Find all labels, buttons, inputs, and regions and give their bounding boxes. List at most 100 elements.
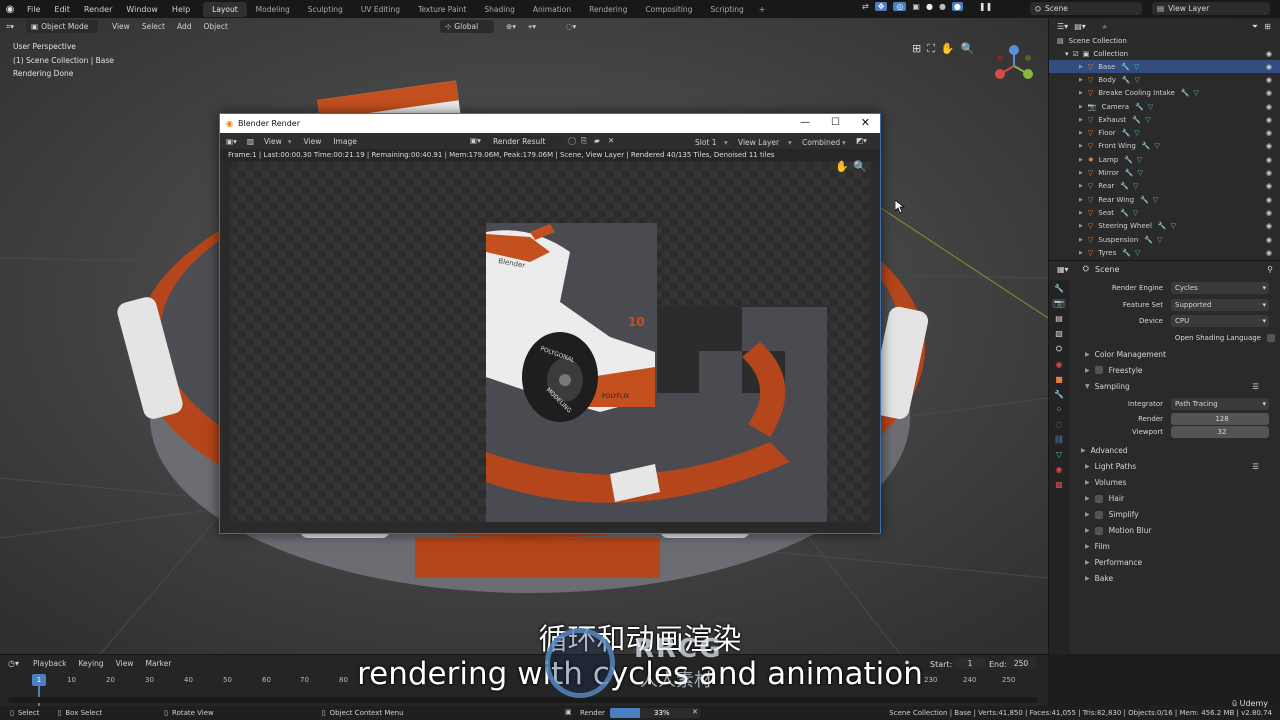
viewport-menu-add[interactable]: Add — [171, 20, 198, 33]
visibility-icon[interactable]: ⇄ — [862, 2, 869, 11]
texture-tab-icon[interactable]: ▩ — [1055, 480, 1063, 489]
panel-freestyle[interactable]: ▶ Freestyle — [1071, 362, 1280, 378]
menu-image[interactable]: Image — [327, 135, 363, 148]
unlink-image-icon[interactable]: ✕ — [608, 136, 614, 145]
expand-chevron-icon[interactable]: ▶ — [1079, 183, 1083, 189]
panel-light-paths[interactable]: ▶ Light Paths ☰ — [1071, 459, 1280, 475]
expand-chevron-icon[interactable]: ▶ — [1079, 117, 1083, 123]
shading-solid-icon[interactable]: ● — [926, 2, 933, 11]
viewport-menu-select[interactable]: Select — [136, 20, 171, 33]
outliner-item[interactable]: ▶ ▽ Floor 🔧 ▽ ◉ — [1049, 126, 1280, 139]
pass-selector[interactable]: Combined — [802, 138, 840, 147]
axis-gizmo[interactable] — [992, 44, 1036, 88]
menu-view[interactable]: View — [298, 135, 328, 148]
panel-simplify[interactable]: ▶ Simplify — [1071, 507, 1280, 523]
image-name-field[interactable]: Render Result — [488, 136, 564, 147]
pause-icon[interactable]: ❚❚ — [979, 2, 992, 11]
image-browse-icon[interactable]: ▣▾ — [470, 136, 481, 145]
outliner-item[interactable]: ▶ ▽ Tyres 🔧 ▽ ◉ — [1049, 246, 1280, 259]
toggle-camera-icon[interactable]: ⊞ — [912, 42, 921, 56]
snap-icon[interactable]: ⌖▾ — [522, 20, 542, 34]
menu-render[interactable]: Render — [77, 5, 119, 14]
view-layer-selector[interactable]: View Layer — [738, 138, 779, 147]
panel-performance[interactable]: ▶ Performance — [1071, 555, 1280, 571]
pin-icon[interactable]: ⚲ — [1267, 265, 1273, 274]
expand-chevron-icon[interactable]: ▶ — [1079, 170, 1083, 176]
panel-checkbox[interactable] — [1094, 366, 1103, 374]
shading-material-icon[interactable]: ● — [939, 2, 946, 11]
render-engine-dropdown[interactable]: Cycles ▾ — [1171, 282, 1269, 295]
zoom-icon[interactable]: 🔍 — [961, 42, 975, 56]
eye-icon[interactable]: ◉ — [1266, 103, 1272, 111]
eye-icon[interactable]: ◉ — [1266, 76, 1272, 84]
cancel-render-icon[interactable]: ✕ — [692, 708, 698, 716]
outliner-item[interactable]: ▶ ✹ Lamp 🔧 ▽ ◉ — [1049, 153, 1280, 166]
overlay-toggle-icon[interactable]: ◎ — [893, 2, 907, 11]
outliner-item[interactable]: ▶ ▽ Suspension 🔧 ▽ ◉ — [1049, 233, 1280, 246]
presets-list-icon[interactable]: ☰ — [1252, 382, 1259, 391]
transform-orientation[interactable]: ⊹ Global — [440, 20, 494, 33]
gizmo-toggle-icon[interactable]: ✥ — [874, 2, 888, 11]
view-layer-selector[interactable]: ▤ View Layer — [1152, 2, 1270, 15]
properties-editor-icon[interactable]: ▦▾ — [1057, 265, 1069, 274]
expand-chevron-icon[interactable]: ▶ — [1079, 250, 1083, 256]
tab-modeling[interactable]: Modeling — [247, 2, 299, 17]
mode-selector[interactable]: ▣ Object Mode — [26, 20, 98, 33]
minimize-button[interactable]: — — [800, 117, 810, 128]
panel-sampling[interactable]: ▼ Sampling ☰ — [1071, 378, 1280, 394]
maximize-button[interactable]: ☐ — [831, 117, 840, 128]
outliner-item[interactable]: ▶ ▽ Breake Cooling Intake 🔧 ▽ ◉ — [1049, 87, 1280, 100]
panel-film[interactable]: ▶ Film — [1071, 539, 1280, 555]
expand-chevron-icon[interactable]: ▶ — [1079, 143, 1083, 149]
panel-checkbox[interactable] — [1094, 510, 1103, 519]
new-collection-icon[interactable]: ⊞ — [1264, 22, 1271, 31]
eye-icon[interactable]: ◉ — [1266, 209, 1272, 217]
expand-chevron-icon[interactable]: ▶ — [1079, 237, 1083, 243]
blender-logo-icon[interactable]: ◉ — [0, 4, 20, 15]
feature-set-dropdown[interactable]: Supported ▾ — [1171, 298, 1269, 311]
eye-icon[interactable]: ◉ — [1266, 156, 1272, 164]
close-button[interactable]: ✕ — [861, 116, 870, 129]
material-tab-icon[interactable]: ◉ — [1056, 465, 1063, 474]
outliner-item[interactable]: ▶ 📷 Camera 🔧 ▽ ◉ — [1049, 100, 1280, 113]
viewport-menu-object[interactable]: Object — [197, 20, 233, 33]
outliner-item[interactable]: ▶ ▽ Exhaust 🔧 ▽ ◉ — [1049, 113, 1280, 126]
outliner-collection[interactable]: ▾ ☑ ▣ Collection ◉ — [1049, 47, 1280, 60]
tab-shading[interactable]: Shading — [475, 2, 523, 17]
tab-layout[interactable]: Layout — [203, 1, 247, 17]
expand-chevron-icon[interactable]: ▶ — [1079, 210, 1083, 216]
outliner-item[interactable]: ▶ ▽ Base 🔧 ▽ ◉ — [1049, 60, 1280, 74]
integrator-dropdown[interactable]: Path Tracing ▾ — [1171, 398, 1269, 411]
object-tab-icon[interactable]: ■ — [1055, 375, 1063, 384]
expand-chevron-icon[interactable]: ▶ — [1079, 197, 1083, 203]
outliner-root[interactable]: ▤ Scene Collection — [1049, 35, 1280, 47]
expand-chevron-icon[interactable]: ▶ — [1079, 77, 1083, 83]
device-dropdown[interactable]: CPU ▾ — [1171, 315, 1269, 328]
scene-tab-icon[interactable]: ⛭ — [1056, 344, 1062, 354]
tab-sculpting[interactable]: Sculpting — [299, 2, 352, 17]
panel-bake[interactable]: ▶ Bake — [1071, 571, 1280, 587]
tab-uv-editing[interactable]: UV Editing — [352, 2, 409, 17]
eye-icon[interactable]: ◉ — [1266, 169, 1272, 177]
pan-hand-icon[interactable]: ✋ — [941, 42, 955, 56]
open-image-icon[interactable]: ▰ — [594, 136, 600, 145]
eye-icon[interactable]: ◉ — [1266, 222, 1272, 230]
tab-texture-paint[interactable]: Texture Paint — [409, 2, 475, 17]
outliner-item[interactable]: ▶ ▽ Front Wing 🔧 ▽ ◉ — [1049, 140, 1280, 153]
eye-icon[interactable]: ◉ — [1266, 129, 1272, 137]
camera-view-icon[interactable]: ⛶ — [927, 42, 935, 56]
checkbox-icon[interactable]: ☑ — [1073, 50, 1079, 58]
render-window[interactable]: ◉ Blender Render — ☐ ✕ ▣▾ ▨ View ▾ View I… — [219, 113, 881, 534]
outliner-item[interactable]: ▶ ▽ Body 🔧 ▽ ◉ — [1049, 73, 1280, 86]
eye-icon[interactable]: ◉ — [1266, 142, 1272, 150]
world-tab-icon[interactable]: ◉ — [1056, 360, 1063, 369]
viewport-samples-field[interactable]: 32 — [1171, 426, 1269, 438]
view-layer-tab-icon[interactable]: ▧ — [1055, 329, 1063, 338]
presets-list-icon[interactable]: ☰ — [1252, 462, 1259, 471]
panel-checkbox[interactable] — [1094, 526, 1103, 535]
panel-volumes[interactable]: ▶ Volumes — [1071, 475, 1280, 491]
slot-selector[interactable]: Slot 1 — [695, 138, 717, 147]
pivot-icon[interactable]: ⊕▾ — [500, 20, 522, 33]
render-canvas[interactable]: Blender POLYFLIX 10 POLYGONAL MODELING ✋… — [230, 160, 871, 522]
outliner-item[interactable]: ▶ ▽ Rear Wing 🔧 ▽ ◉ — [1049, 193, 1280, 206]
